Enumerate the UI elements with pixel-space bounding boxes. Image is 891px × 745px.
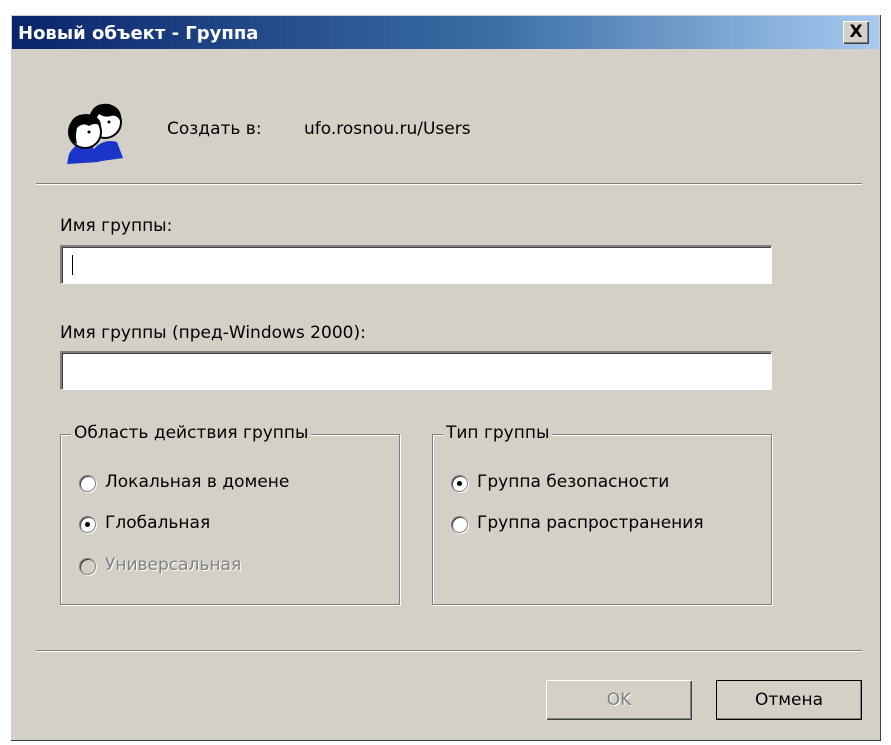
text-cursor [72,255,73,275]
cancel-button[interactable]: Отмена [716,680,862,720]
ok-button: OK [546,680,692,720]
top-divider [36,183,862,185]
radio-label: Универсальная [105,555,242,575]
type-groupbox: Тип группы Группа безопасности Группа ра… [432,423,772,605]
type-legend: Тип группы [443,423,553,443]
radio-button[interactable] [451,516,468,533]
scope-legend: Область действия группы [71,423,312,443]
create-in-label: Создать в: [167,119,262,139]
radio-button[interactable] [79,475,96,492]
bottom-divider [36,650,862,652]
title-bar[interactable]: Новый объект - Группа X [12,16,879,49]
pre2000-name-field[interactable] [60,351,772,390]
new-group-dialog: Новый объект - Группа X Создать в: ufo.r… [10,14,881,741]
close-button[interactable]: X [843,21,869,44]
radio-label: Группа безопасности [477,472,670,492]
scope-groupbox: Область действия группы Локальная в доме… [60,423,400,605]
create-in-path: ufo.rosnou.ru/Users [304,119,471,139]
group-name-label: Имя группы: [60,216,173,236]
pre2000-name-input[interactable] [62,353,771,389]
group-name-input[interactable] [62,247,771,283]
radio-button-checked[interactable] [79,516,96,533]
pre2000-name-label: Имя группы (пред-Windows 2000): [60,323,366,343]
group-users-icon [67,103,123,164]
radio-button-disabled [79,558,96,575]
group-name-field[interactable] [60,245,772,284]
window-title: Новый объект - Группа [18,23,259,44]
radio-label: Глобальная [105,513,211,533]
radio-label: Локальная в домене [105,472,290,492]
radio-label: Группа распространения [477,513,704,533]
radio-button-checked[interactable] [451,475,468,492]
close-icon: X [849,22,863,42]
